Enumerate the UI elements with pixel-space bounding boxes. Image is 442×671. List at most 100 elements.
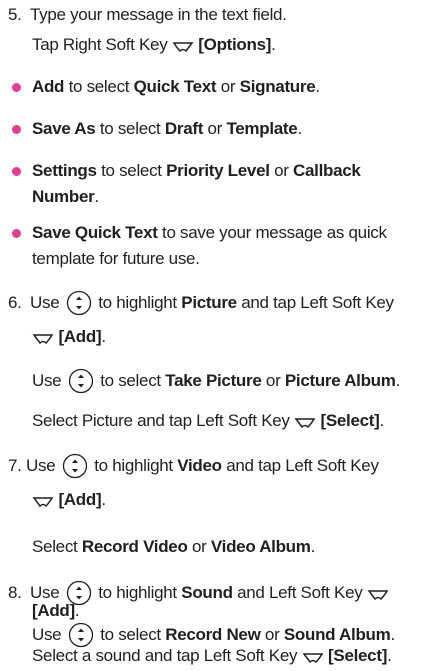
b: Callback xyxy=(293,161,361,180)
b: Signature xyxy=(239,77,316,96)
step-6-line-4: Select Picture and tap Left Soft Key [Se… xyxy=(32,410,384,436)
left-soft-key-icon xyxy=(367,586,389,608)
b: Template xyxy=(226,119,298,138)
t: . xyxy=(297,119,302,138)
step-8-line-4: Select a sound and tap Left Soft Key [Se… xyxy=(32,645,392,671)
step-number: 6. xyxy=(8,293,22,312)
left-soft-key-icon xyxy=(32,330,54,352)
bullet-dot xyxy=(12,167,21,176)
t: . xyxy=(94,187,99,206)
step-number: 5. xyxy=(8,5,22,24)
t: to highlight xyxy=(89,456,178,475)
b: Save Quick Text xyxy=(32,223,158,242)
t: Use xyxy=(26,456,56,475)
b: Draft xyxy=(164,119,204,138)
t: or xyxy=(260,625,284,644)
b: Sound Album xyxy=(283,625,391,644)
t: Select a sound and tap Left Soft Key xyxy=(32,646,298,665)
step-7-line-1: 7. Use to highlight Video and tap Left S… xyxy=(8,453,379,485)
punct: . xyxy=(271,35,276,54)
bullet-dot xyxy=(12,229,21,238)
bullet-save-quick-text-line-2: template for future use. xyxy=(32,248,200,270)
navigation-key-icon xyxy=(66,290,92,322)
t: to highlight xyxy=(93,583,182,602)
right-soft-key-icon xyxy=(172,38,194,60)
bullet-add: Add to select Quick Text or Signature. xyxy=(32,76,320,98)
t: . xyxy=(395,371,401,390)
t: to save your message as quick xyxy=(157,223,387,242)
t: to select xyxy=(95,625,166,644)
t: . xyxy=(390,625,395,644)
navigation-key-icon xyxy=(62,453,88,485)
select-label: [Select] xyxy=(320,411,380,430)
b: Save As xyxy=(32,119,96,138)
t: and tap Left Soft Key xyxy=(236,293,394,312)
b: Sound xyxy=(181,583,233,602)
t: Use xyxy=(30,293,60,312)
options-label: [Options] xyxy=(198,35,272,54)
t: to highlight xyxy=(93,293,182,312)
step-8-line-2: [Add]. xyxy=(32,600,80,622)
t: or xyxy=(269,161,294,180)
bullet-settings-line-2: Number. xyxy=(32,186,99,208)
b: Add xyxy=(32,77,65,96)
t: or xyxy=(203,119,227,138)
step-7-line-3: Select Record Video or Video Album. xyxy=(32,536,315,558)
t: . xyxy=(315,77,320,96)
t: to select xyxy=(95,119,165,138)
b: Video xyxy=(177,456,222,475)
t: . xyxy=(101,327,106,346)
b: Number xyxy=(32,187,95,206)
t: and Left Soft Key xyxy=(232,583,363,602)
t: and tap Left Soft Key xyxy=(221,456,379,475)
step-text: Type your message in the text field. xyxy=(30,5,287,24)
b: Settings xyxy=(32,161,97,180)
left-soft-key-icon xyxy=(294,414,316,436)
step-6-line-1: 6. Use to highlight Picture and tap Left… xyxy=(8,290,394,322)
t: Use xyxy=(32,625,62,644)
t: to select xyxy=(96,161,167,180)
t: or xyxy=(187,537,211,556)
b: Record Video xyxy=(81,537,188,556)
step-7-line-2: [Add]. xyxy=(32,489,106,515)
bullet-save-quick-text: Save Quick Text to save your message as … xyxy=(32,222,387,244)
left-soft-key-icon xyxy=(32,493,54,515)
t: to select xyxy=(64,77,134,96)
navigation-key-icon xyxy=(68,368,94,400)
b: Picture xyxy=(181,293,237,312)
t: Select xyxy=(32,537,82,556)
b: Take Picture xyxy=(165,371,262,390)
t: template for future use. xyxy=(32,249,200,268)
t: . xyxy=(74,601,80,620)
t: Use xyxy=(32,371,62,390)
b: Video Album xyxy=(210,537,311,556)
bullet-settings: Settings to select Priority Level or Cal… xyxy=(32,160,361,182)
bullet-dot xyxy=(12,83,21,92)
add-label: [Add] xyxy=(58,490,102,509)
b: Record New xyxy=(165,625,261,644)
t: . xyxy=(387,646,392,665)
bullet-save-as: Save As to select Draft or Template. xyxy=(32,118,302,140)
step-number: 8. xyxy=(8,583,22,602)
t: or xyxy=(261,371,285,390)
b: Quick Text xyxy=(133,77,217,96)
t: . xyxy=(101,490,106,509)
b: Priority Level xyxy=(166,161,270,180)
t: Select Picture and tap Left Soft Key xyxy=(32,411,290,430)
step-6-line-3: Use to select Take Picture or Picture Al… xyxy=(32,368,400,400)
step-5-line-1: 5. Type your message in the text field. xyxy=(8,4,287,26)
bullet-dot xyxy=(12,125,21,134)
step-number: 7. xyxy=(8,456,22,475)
t: or xyxy=(216,77,240,96)
add-label: [Add] xyxy=(58,327,102,346)
step-6-line-2: [Add]. xyxy=(32,326,106,352)
left-soft-key-icon xyxy=(302,649,324,671)
t: to select xyxy=(95,371,166,390)
add-label: [Add] xyxy=(32,601,75,620)
step-5-line-2: Tap Right Soft Key [Options]. xyxy=(32,34,276,60)
t: . xyxy=(310,537,316,556)
t: . xyxy=(379,411,384,430)
select-label: [Select] xyxy=(328,646,388,665)
b: Picture Album xyxy=(284,371,396,390)
step-text: Tap Right Soft Key xyxy=(32,35,168,54)
